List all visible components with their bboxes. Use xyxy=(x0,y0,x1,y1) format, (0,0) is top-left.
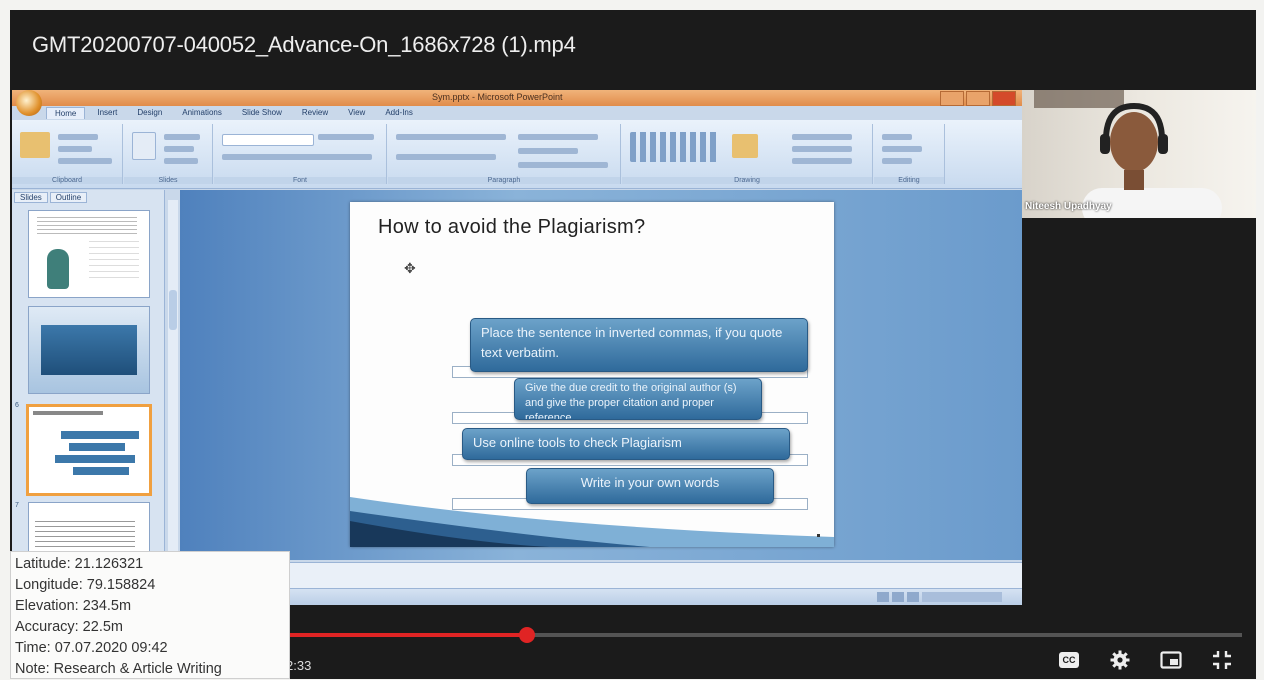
video-title: GMT20200707-040052_Advance-On_1686x728 (… xyxy=(32,32,576,57)
ribbon-tabs: Home Insert Design Animations Slide Show… xyxy=(46,107,421,119)
close-icon xyxy=(992,91,1016,106)
closed-captions-icon: CC xyxy=(1059,652,1079,668)
ribbon-tab-view: View xyxy=(348,108,366,117)
miniplayer-icon xyxy=(1160,651,1182,669)
settings-gear-icon xyxy=(1110,650,1130,670)
ribbon-group-font: Font xyxy=(214,124,387,184)
slides-panel-tabs: Slides Outline xyxy=(14,192,88,203)
ribbon-tab-review: Review xyxy=(301,108,329,117)
mouse-cursor-icon: ✥ xyxy=(404,260,416,276)
closed-captions-button[interactable]: CC xyxy=(1057,648,1081,672)
ribbon-tab-home: Home xyxy=(46,107,86,119)
sorter-view-icon xyxy=(892,592,904,602)
slide-point: Give the due credit to the original auth… xyxy=(514,378,762,420)
presenter-video xyxy=(1082,102,1222,218)
ribbon-tab-addins: Add-Ins xyxy=(385,108,413,117)
slide-swoosh-decoration xyxy=(350,497,834,547)
settings-button[interactable] xyxy=(1108,648,1132,672)
slideshow-view-icon xyxy=(907,592,919,602)
zoom-slider xyxy=(922,592,1002,602)
geotag-longitude: Longitude: 79.158824 xyxy=(15,577,156,593)
geotag-accuracy: Accuracy: 22.5m xyxy=(15,619,123,635)
ribbon: Clipboard Slides Font Paragraph Drawing … xyxy=(12,120,1022,189)
webcam-feed: Niteesh Upadhyay xyxy=(1022,90,1256,218)
ribbon-group-slides: Slides xyxy=(124,124,213,184)
ppt-window-title: Sym.pptx - Microsoft PowerPoint xyxy=(432,92,563,102)
ribbon-group-clipboard: Clipboard xyxy=(12,124,123,184)
exit-fullscreen-icon xyxy=(1213,651,1231,669)
slide-number: 6 xyxy=(15,402,19,409)
exit-fullscreen-button[interactable] xyxy=(1210,648,1234,672)
window-buttons xyxy=(940,91,1016,106)
geotag-elevation: Elevation: 234.5m xyxy=(15,598,132,614)
ribbon-tab-slideshow: Slide Show xyxy=(241,108,282,117)
ribbon-tab-animations: Animations xyxy=(182,108,222,117)
slide-title: How to avoid the Plagiarism? xyxy=(378,216,646,238)
slide-point: Use online tools to check Plagiarism xyxy=(462,428,790,460)
notes-pane xyxy=(180,562,1022,589)
ribbon-tab-insert: Insert xyxy=(97,108,118,117)
slide-point: Place the sentence in inverted commas, i… xyxy=(470,318,808,372)
minimize-icon xyxy=(940,91,964,106)
ribbon-group-paragraph: Paragraph xyxy=(388,124,621,184)
current-slide: How to avoid the Plagiarism? ✥ Place the… xyxy=(350,202,834,547)
slides-panel: Slides Outline 6 7 xyxy=(12,190,165,605)
geotag-overlay: Latitude: 21.126321 Longitude: 79.158824… xyxy=(10,551,290,679)
geotag-note: Note: Research & Article Writing xyxy=(15,661,222,677)
tab-outline: Outline xyxy=(49,192,88,203)
slides-scrollbar xyxy=(168,200,178,590)
normal-view-icon xyxy=(877,592,889,602)
office-button-icon xyxy=(16,90,42,116)
tab-slides: Slides xyxy=(14,192,48,203)
geotag-latitude: Latitude: 21.126321 xyxy=(15,556,144,572)
ppt-titlebar: Sym.pptx - Microsoft PowerPoint xyxy=(12,90,1022,106)
participant-name: Niteesh Upadhyay xyxy=(1025,201,1112,212)
scrubber-handle[interactable] xyxy=(519,627,536,643)
powerpoint-window: Sym.pptx - Microsoft PowerPoint Home Ins… xyxy=(12,90,1022,605)
miniplayer-button[interactable] xyxy=(1159,648,1183,672)
slide-thumbnail xyxy=(28,210,150,298)
ribbon-tab-design: Design xyxy=(137,108,163,117)
slide-thumbnail xyxy=(28,306,150,394)
slide-number: 7 xyxy=(15,502,19,509)
geotag-time: Time: 07.07.2020 09:42 xyxy=(15,640,168,656)
ribbon-group-editing: Editing xyxy=(874,124,945,184)
player-controls: CC xyxy=(1057,648,1234,672)
ribbon-group-drawing: Drawing xyxy=(622,124,873,184)
maximize-icon xyxy=(966,91,990,106)
slide-thumbnail-selected xyxy=(26,404,152,496)
